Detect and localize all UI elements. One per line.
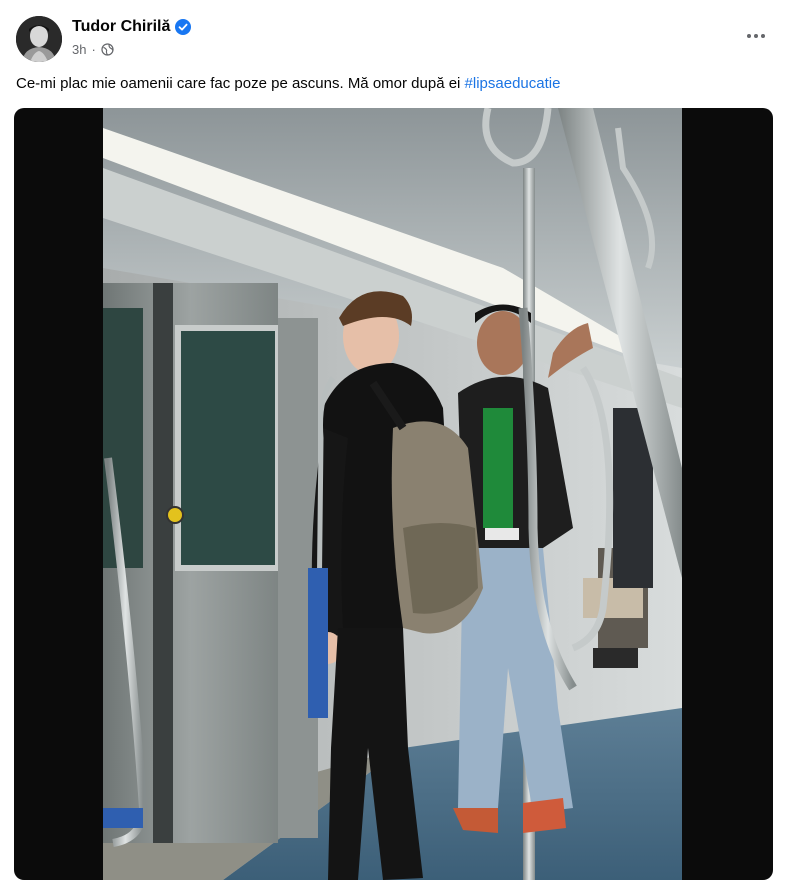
post-meta: 3h · [72,42,114,57]
meta-separator: · [91,42,96,57]
subway-photo [103,108,682,880]
more-options-icon[interactable] [740,24,772,48]
hashtag-link[interactable]: #lipsaeducatie [465,75,561,92]
post-text: Ce-mi plac mie oamenii care fac poze pe … [16,74,774,94]
author-name[interactable]: Tudor Chirilă [72,18,170,36]
post-header: Tudor Chirilă 3h · [16,14,774,64]
post-timestamp[interactable]: 3h [72,42,86,57]
verified-badge-icon [175,19,192,35]
post-body: Ce-mi plac mie oamenii care fac poze pe … [16,75,465,92]
author-avatar[interactable] [16,16,62,62]
author-line: Tudor Chirilă [72,18,192,36]
post-card: Tudor Chirilă 3h · Ce-mi plac mie oameni… [0,0,790,887]
globe-icon[interactable] [101,43,114,56]
post-photo[interactable] [14,108,773,880]
